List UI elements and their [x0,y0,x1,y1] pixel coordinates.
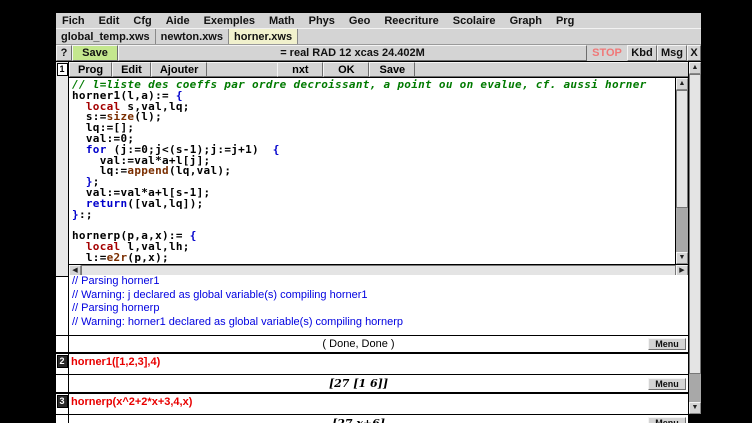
editor-scroll-track[interactable] [676,208,688,252]
editor-menu-ajouter[interactable]: Ajouter [151,62,208,77]
level-1-number[interactable]: 1 [57,63,68,76]
level-2-result: [27 [1 6]] [69,377,648,390]
scroll-up-icon[interactable]: ▲ [676,78,688,90]
keyboard-toggle-button[interactable]: Kbd [627,45,657,61]
editor-button-nxt[interactable]: nxt [277,62,323,77]
level-2-output: [27 [1 6]] Menu [56,374,688,392]
level-3-gutter: 3 [56,394,69,414]
menu-geo[interactable]: Geo [349,15,370,27]
messages-pane: // Parsing horner1// Warning: j declared… [56,276,688,335]
session-toolbar: ? Save = real RAD 12 xcas 24.402M STOP K… [56,44,701,61]
editor-menus: ProgEditAjouter [69,62,207,77]
scroll-down-icon[interactable]: ▼ [676,252,688,264]
menu-graph[interactable]: Graph [510,15,542,27]
editor-vertical-scrollbar[interactable]: ▲ ▼ [675,78,688,264]
code-line: lq:=append(lq,val); [72,166,675,177]
editor-button-ok[interactable]: OK [323,62,369,77]
message-line: // Warning: horner1 declared as global v… [72,316,688,330]
menubar: Fich Edit Cfg Aide Exemples Math Phys Geo Reecri… [56,13,701,28]
close-session-button[interactable]: X [687,45,701,61]
session-area: 1 ProgEditAjouter nxtOKSave // l=liste d… [56,61,701,414]
code-editor[interactable]: // l=liste des coeffs par ordre decroiss… [69,78,675,264]
level-3-entry: 3 hornerp(x^2+2*x+3,4,x) [56,392,688,414]
output-gutter [56,375,69,392]
code-line: return([val,lq]); [72,199,675,210]
menu-math[interactable]: Math [269,15,295,27]
xcas-window: Fich Edit Cfg Aide Exemples Math Phys Geo Reecri… [55,12,702,415]
menu-prg[interactable]: Prg [556,15,574,27]
session-scroll-down-icon[interactable]: ▼ [689,402,701,414]
code-line: s:=size(l); [72,112,675,123]
tab-horner-xws[interactable]: horner.xws [229,29,298,44]
editor-menu-edit[interactable]: Edit [112,62,151,77]
level-3-input[interactable]: hornerp(x^2+2*x+3,4,x) [69,394,688,414]
session-scroll-track[interactable] [689,374,701,402]
editor-buttons: nxtOKSave [277,62,415,77]
code-line: local s,val,lq; [72,102,675,113]
level-3-output: [27 x+6] Menu [56,414,688,423]
tab-newton-xws[interactable]: newton.xws [156,29,229,44]
message-line: // Parsing horner1 [72,275,688,289]
menu-edit[interactable]: Edit [99,15,120,27]
level-3-result: [27 x+6] [69,417,648,423]
editor-scroll-thumb[interactable] [676,90,688,208]
stop-button[interactable]: STOP [587,45,627,61]
code-line: }:; [72,210,675,221]
cas-status-button[interactable]: = real RAD 12 xcas 24.402M [118,45,587,61]
session-scroll-up-icon[interactable]: ▲ [689,62,701,74]
menu-aide[interactable]: Aide [166,15,190,27]
code-line: l:=e2r(p,x); [72,253,675,264]
output-gutter [56,415,69,423]
editor-button-save[interactable]: Save [369,62,415,77]
level-3-menu-button[interactable]: Menu [648,417,686,423]
message-line: // Parsing hornerp [72,302,688,316]
session-scroll-thumb[interactable] [689,74,701,374]
level-2-gutter: 2 [56,354,69,374]
editor-name-field[interactable] [207,62,277,77]
messages-toggle-button[interactable]: Msg [657,45,687,61]
session-save-button[interactable]: Save [72,45,118,61]
session-vertical-scrollbar[interactable]: ▲ ▼ [688,62,701,414]
level-1-result: ( Done, Done ) [69,338,648,350]
help-button[interactable]: ? [56,45,72,61]
level-1-output: ( Done, Done ) Menu [56,335,688,352]
menu-scolaire[interactable]: Scolaire [453,15,496,27]
desktop: Fich Edit Cfg Aide Exemples Math Phys Geo Reecri… [0,0,752,423]
editor-toolbar-filler [415,62,688,77]
editor-toolbar: ProgEditAjouter nxtOKSave [69,62,688,77]
level-2-menu-button[interactable]: Menu [648,378,686,390]
menu-phys[interactable]: Phys [309,15,335,27]
messages-gutter [56,277,69,335]
editor-menu-prog[interactable]: Prog [69,62,112,77]
menu-exemples[interactable]: Exemples [204,15,255,27]
level-1-gutter: 1 [56,62,69,276]
level-2-entry: 2 horner1([1,2,3],4) [56,352,688,374]
level-1-menu-button[interactable]: Menu [648,338,686,350]
menu-cfg[interactable]: Cfg [133,15,151,27]
session-tabbar: global_temp.xwsnewton.xwshorner.xws [56,28,701,44]
level-2-number[interactable]: 2 [57,355,68,368]
menu-reecriture[interactable]: Reecriture [384,15,438,27]
menu-fich[interactable]: Fich [62,15,85,27]
level-1-editor: 1 ProgEditAjouter nxtOKSave // l=liste d… [56,62,688,276]
message-line: // Warning: j declared as global variabl… [72,289,688,303]
output-gutter [56,336,69,352]
level-3-number[interactable]: 3 [57,395,68,408]
parser-messages: // Parsing horner1// Warning: j declared… [69,275,688,335]
level-2-input[interactable]: horner1([1,2,3],4) [69,354,688,374]
tab-global_temp-xws[interactable]: global_temp.xws [56,29,156,44]
code-line: lq:=[]; [72,123,675,134]
